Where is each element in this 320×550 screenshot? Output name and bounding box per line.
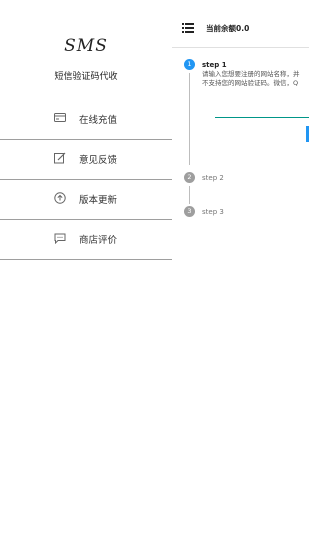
- step-1-desc-line-2: 不支持您的网站验证码。微信，Q: [202, 79, 299, 87]
- menu-item-label: 版本更新: [79, 195, 118, 206]
- step-connector: [189, 73, 190, 165]
- drawer-title: 短信验证码代收: [54, 72, 118, 82]
- upload-circle-icon: [54, 192, 66, 204]
- step-3-title[interactable]: step 3: [202, 208, 224, 216]
- balance-label: 当前余额0.0: [206, 24, 250, 33]
- menu-item-update[interactable]: 版本更新: [0, 180, 172, 220]
- step-connector: [189, 186, 190, 204]
- step-1-input[interactable]: [215, 117, 309, 118]
- step-1-indicator[interactable]: 1: [184, 59, 195, 70]
- step-3-indicator[interactable]: 3: [184, 206, 195, 217]
- menu-item-label: 商店评价: [79, 235, 118, 246]
- edit-icon: [54, 152, 66, 164]
- drawer-menu: 在线充值 意见反馈 版本更新 商店评价: [0, 100, 172, 260]
- menu-item-recharge[interactable]: 在线充值: [0, 100, 172, 140]
- card-icon: [54, 112, 66, 124]
- menu-item-rate[interactable]: 商店评价: [0, 220, 172, 260]
- app-logo: SMS: [64, 36, 108, 56]
- next-button[interactable]: [306, 126, 309, 142]
- step-1-title[interactable]: step 1: [202, 61, 227, 69]
- step-1-description: 请输入您想要注册的网站名称，并 不支持您的网站验证码。微信，Q: [202, 70, 300, 88]
- app-toolbar: 当前余额0.0: [172, 18, 309, 40]
- step-2-title[interactable]: step 2: [202, 174, 224, 182]
- menu-item-label: 意见反馈: [79, 155, 118, 166]
- chat-icon: [54, 232, 66, 244]
- step-1-desc-line-1: 请输入您想要注册的网站名称，并: [202, 70, 300, 78]
- menu-icon[interactable]: [182, 23, 194, 34]
- menu-item-label: 在线充值: [79, 115, 118, 126]
- menu-item-feedback[interactable]: 意见反馈: [0, 140, 172, 180]
- divider: [172, 47, 309, 48]
- navigation-drawer: SMS 短信验证码代收 在线充值 意见反馈 版本更新 商店评价: [0, 0, 172, 550]
- step-2-indicator[interactable]: 2: [184, 172, 195, 183]
